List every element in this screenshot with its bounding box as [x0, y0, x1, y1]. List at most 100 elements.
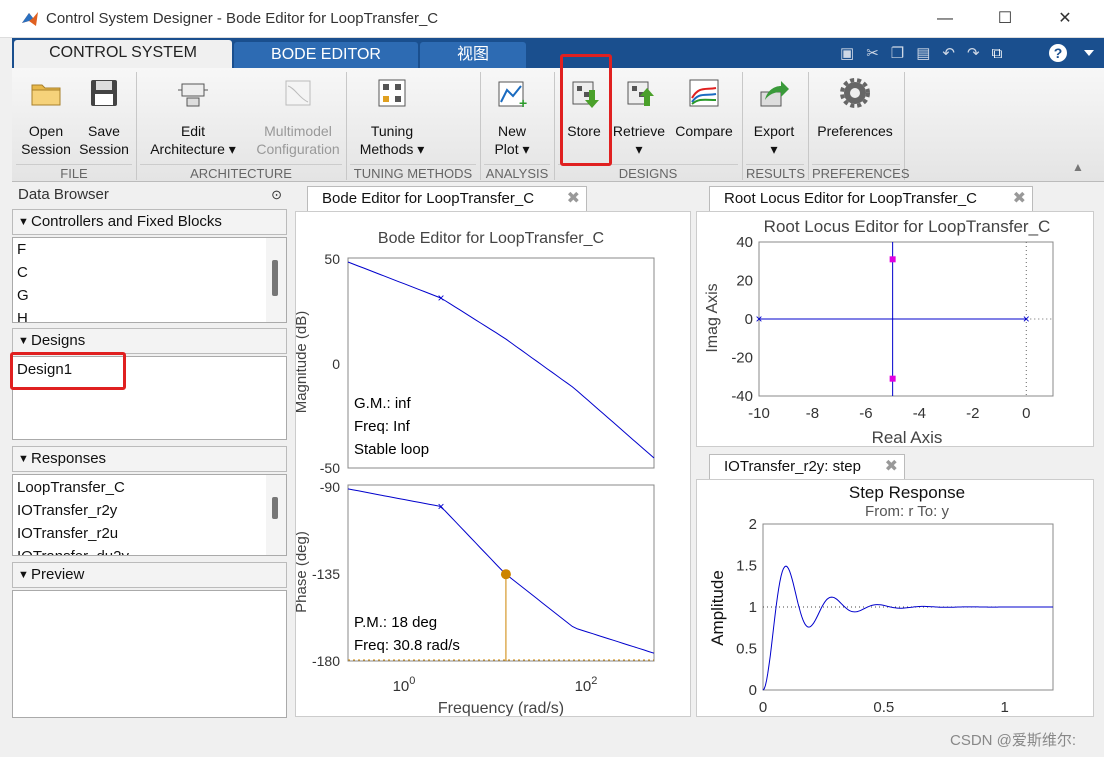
x-tick-label: 100: [393, 675, 416, 695]
collapse-triangle-icon: ▼: [18, 569, 29, 581]
multimodel-configuration-button[interactable]: Multimodel Configuration: [248, 76, 348, 158]
close-tab-icon[interactable]: ✖: [567, 187, 580, 211]
list-item[interactable]: IOTransfer_r2y: [17, 502, 117, 519]
compensator-marker-icon[interactable]: ×: [437, 291, 444, 305]
minimize-button[interactable]: —: [930, 8, 960, 30]
redo-icon[interactable]: ↷: [967, 45, 992, 62]
list-item[interactable]: G: [17, 287, 29, 304]
section-architecture: ARCHITECTURE: [140, 164, 342, 182]
tuning-methods-button[interactable]: Tuning Methods ▾: [352, 76, 432, 158]
svg-text:+: +: [519, 95, 527, 110]
new-plot-button[interactable]: + New Plot ▾: [486, 76, 538, 158]
closed-loop-pole-marker[interactable]: [889, 256, 896, 263]
list-item[interactable]: C: [17, 264, 28, 281]
rlocus-xlabel: Real Axis: [872, 428, 943, 446]
data-browser-title: Data Browser ⊙: [12, 184, 288, 206]
edit-architecture-button[interactable]: Edit Architecture ▾: [144, 76, 242, 158]
responses-section-header[interactable]: ▼ Responses: [12, 446, 287, 472]
compensator-marker-icon[interactable]: ×: [437, 500, 444, 514]
x-tick-label: 0: [1022, 405, 1030, 422]
list-item[interactable]: IOTransfer_r2u: [17, 525, 118, 542]
separator: [346, 72, 347, 180]
retrieve-design-button[interactable]: Retrieve ▾: [610, 76, 668, 158]
root-locus-plot[interactable]: Root Locus Editor for LoopTransfer_C -10…: [697, 212, 1093, 447]
scrollbar-thumb[interactable]: [272, 497, 278, 519]
y-tick-label: 40: [736, 234, 753, 251]
preview-section-header[interactable]: ▼ Preview: [12, 562, 287, 588]
y-tick-label: 0: [749, 682, 757, 699]
pole-marker-icon[interactable]: ×: [755, 312, 762, 326]
y-tick-label: 2: [749, 516, 757, 533]
phase-tick-label: -135: [312, 566, 340, 582]
window-layout-icon[interactable]: ⧉: [992, 45, 1015, 62]
floppy-disk-icon: [91, 80, 117, 106]
help-icon[interactable]: ?: [1048, 43, 1100, 63]
stability-text: Stable loop: [354, 441, 429, 458]
separator: [808, 72, 809, 180]
paste-icon[interactable]: ▤: [916, 45, 942, 62]
y-tick-label: 1: [749, 599, 757, 616]
close-button[interactable]: ✕: [1050, 8, 1080, 30]
gm-text: G.M.: inf: [354, 395, 412, 412]
maximize-button[interactable]: ☐: [990, 8, 1020, 30]
collapse-ribbon-icon[interactable]: ▲: [1072, 160, 1084, 174]
x-tick-label: 0: [759, 699, 767, 716]
x-tick-label: -8: [806, 405, 819, 422]
tab-bode-editor-doc[interactable]: Bode Editor for LoopTransfer_C ✖: [307, 186, 587, 212]
list-item[interactable]: F: [17, 241, 26, 258]
compare-designs-button[interactable]: Compare: [672, 76, 736, 140]
preferences-button[interactable]: Preferences: [816, 76, 894, 140]
list-item[interactable]: H: [17, 310, 28, 322]
new-plot-icon: +: [498, 81, 527, 111]
designs-section-header[interactable]: ▼ Designs: [12, 328, 287, 354]
tab-view[interactable]: 视图: [420, 42, 526, 68]
step-subtitle: From: r To: y: [865, 503, 949, 520]
scrollbar-thumb[interactable]: [272, 260, 278, 296]
cut-icon[interactable]: ✂: [866, 45, 891, 62]
title-bar: Control System Designer - Bode Editor fo…: [0, 0, 1104, 38]
section-file: FILE: [16, 164, 132, 182]
bode-plot[interactable]: Bode Editor for LoopTransfer_C 50 0 -50 …: [293, 212, 690, 717]
close-tab-icon[interactable]: ✖: [1013, 187, 1026, 211]
mag-tick-label: 0: [332, 356, 340, 372]
matlab-logo-icon: [22, 12, 38, 26]
list-item[interactable]: IOTransfer_du2y: [17, 548, 129, 555]
undo-icon[interactable]: ↶: [942, 45, 967, 62]
collapse-triangle-icon: ▼: [18, 453, 29, 465]
export-icon: [760, 81, 789, 107]
rlocus-ylabel: Imag Axis: [704, 283, 721, 352]
retrieve-icon: [627, 81, 654, 106]
section-preferences: PREFERENCES: [812, 164, 910, 181]
separator: [904, 72, 905, 180]
close-tab-icon[interactable]: ✖: [885, 455, 898, 479]
copy-icon[interactable]: ❐: [891, 45, 916, 62]
save-session-button[interactable]: Save Session: [76, 76, 132, 158]
tab-bode-editor[interactable]: BODE EDITOR: [234, 42, 418, 68]
list-item[interactable]: LoopTransfer_C: [17, 479, 125, 496]
pole-marker-icon[interactable]: ×: [1023, 312, 1030, 326]
section-results: RESULTS: [746, 164, 805, 181]
y-tick-label: -40: [731, 388, 753, 405]
tab-root-locus-doc[interactable]: Root Locus Editor for LoopTransfer_C ✖: [709, 186, 1033, 212]
folder-icon: [31, 84, 61, 106]
tab-control-system[interactable]: CONTROL SYSTEM: [14, 40, 232, 68]
export-button[interactable]: Export ▾: [748, 76, 800, 158]
x-tick-label: 102: [575, 675, 598, 695]
y-tick-label: 0: [745, 311, 753, 328]
step-response-panel: Step Response From: r To: y 0 0.5 1 2 1.5 1 0.…: [696, 479, 1094, 717]
bode-plot-panel: Bode Editor for LoopTransfer_C 50 0 -50 …: [293, 211, 691, 717]
tab-step-response-doc[interactable]: IOTransfer_r2y: step ✖: [709, 454, 905, 480]
window-title: Control System Designer - Bode Editor fo…: [46, 10, 439, 27]
closed-loop-pole-marker[interactable]: [889, 375, 896, 382]
x-tick-label: -2: [966, 405, 979, 422]
pm-text: P.M.: 18 deg: [354, 614, 437, 631]
step-title: Step Response: [849, 483, 965, 502]
open-session-button[interactable]: Open Session: [18, 76, 74, 158]
step-response-plot[interactable]: Step Response From: r To: y 0 0.5 1 2 1.5 1 0.…: [697, 480, 1093, 716]
browser-menu-icon[interactable]: ⊙: [271, 184, 282, 206]
controllers-section-header[interactable]: ▼ Controllers and Fixed Blocks: [12, 209, 287, 235]
save-quick-icon[interactable]: ▣: [840, 45, 866, 62]
collapse-triangle-icon: ▼: [18, 216, 29, 228]
section-tuning-methods: TUNING METHODS: [350, 164, 476, 182]
phase-margin-marker[interactable]: [500, 569, 511, 580]
